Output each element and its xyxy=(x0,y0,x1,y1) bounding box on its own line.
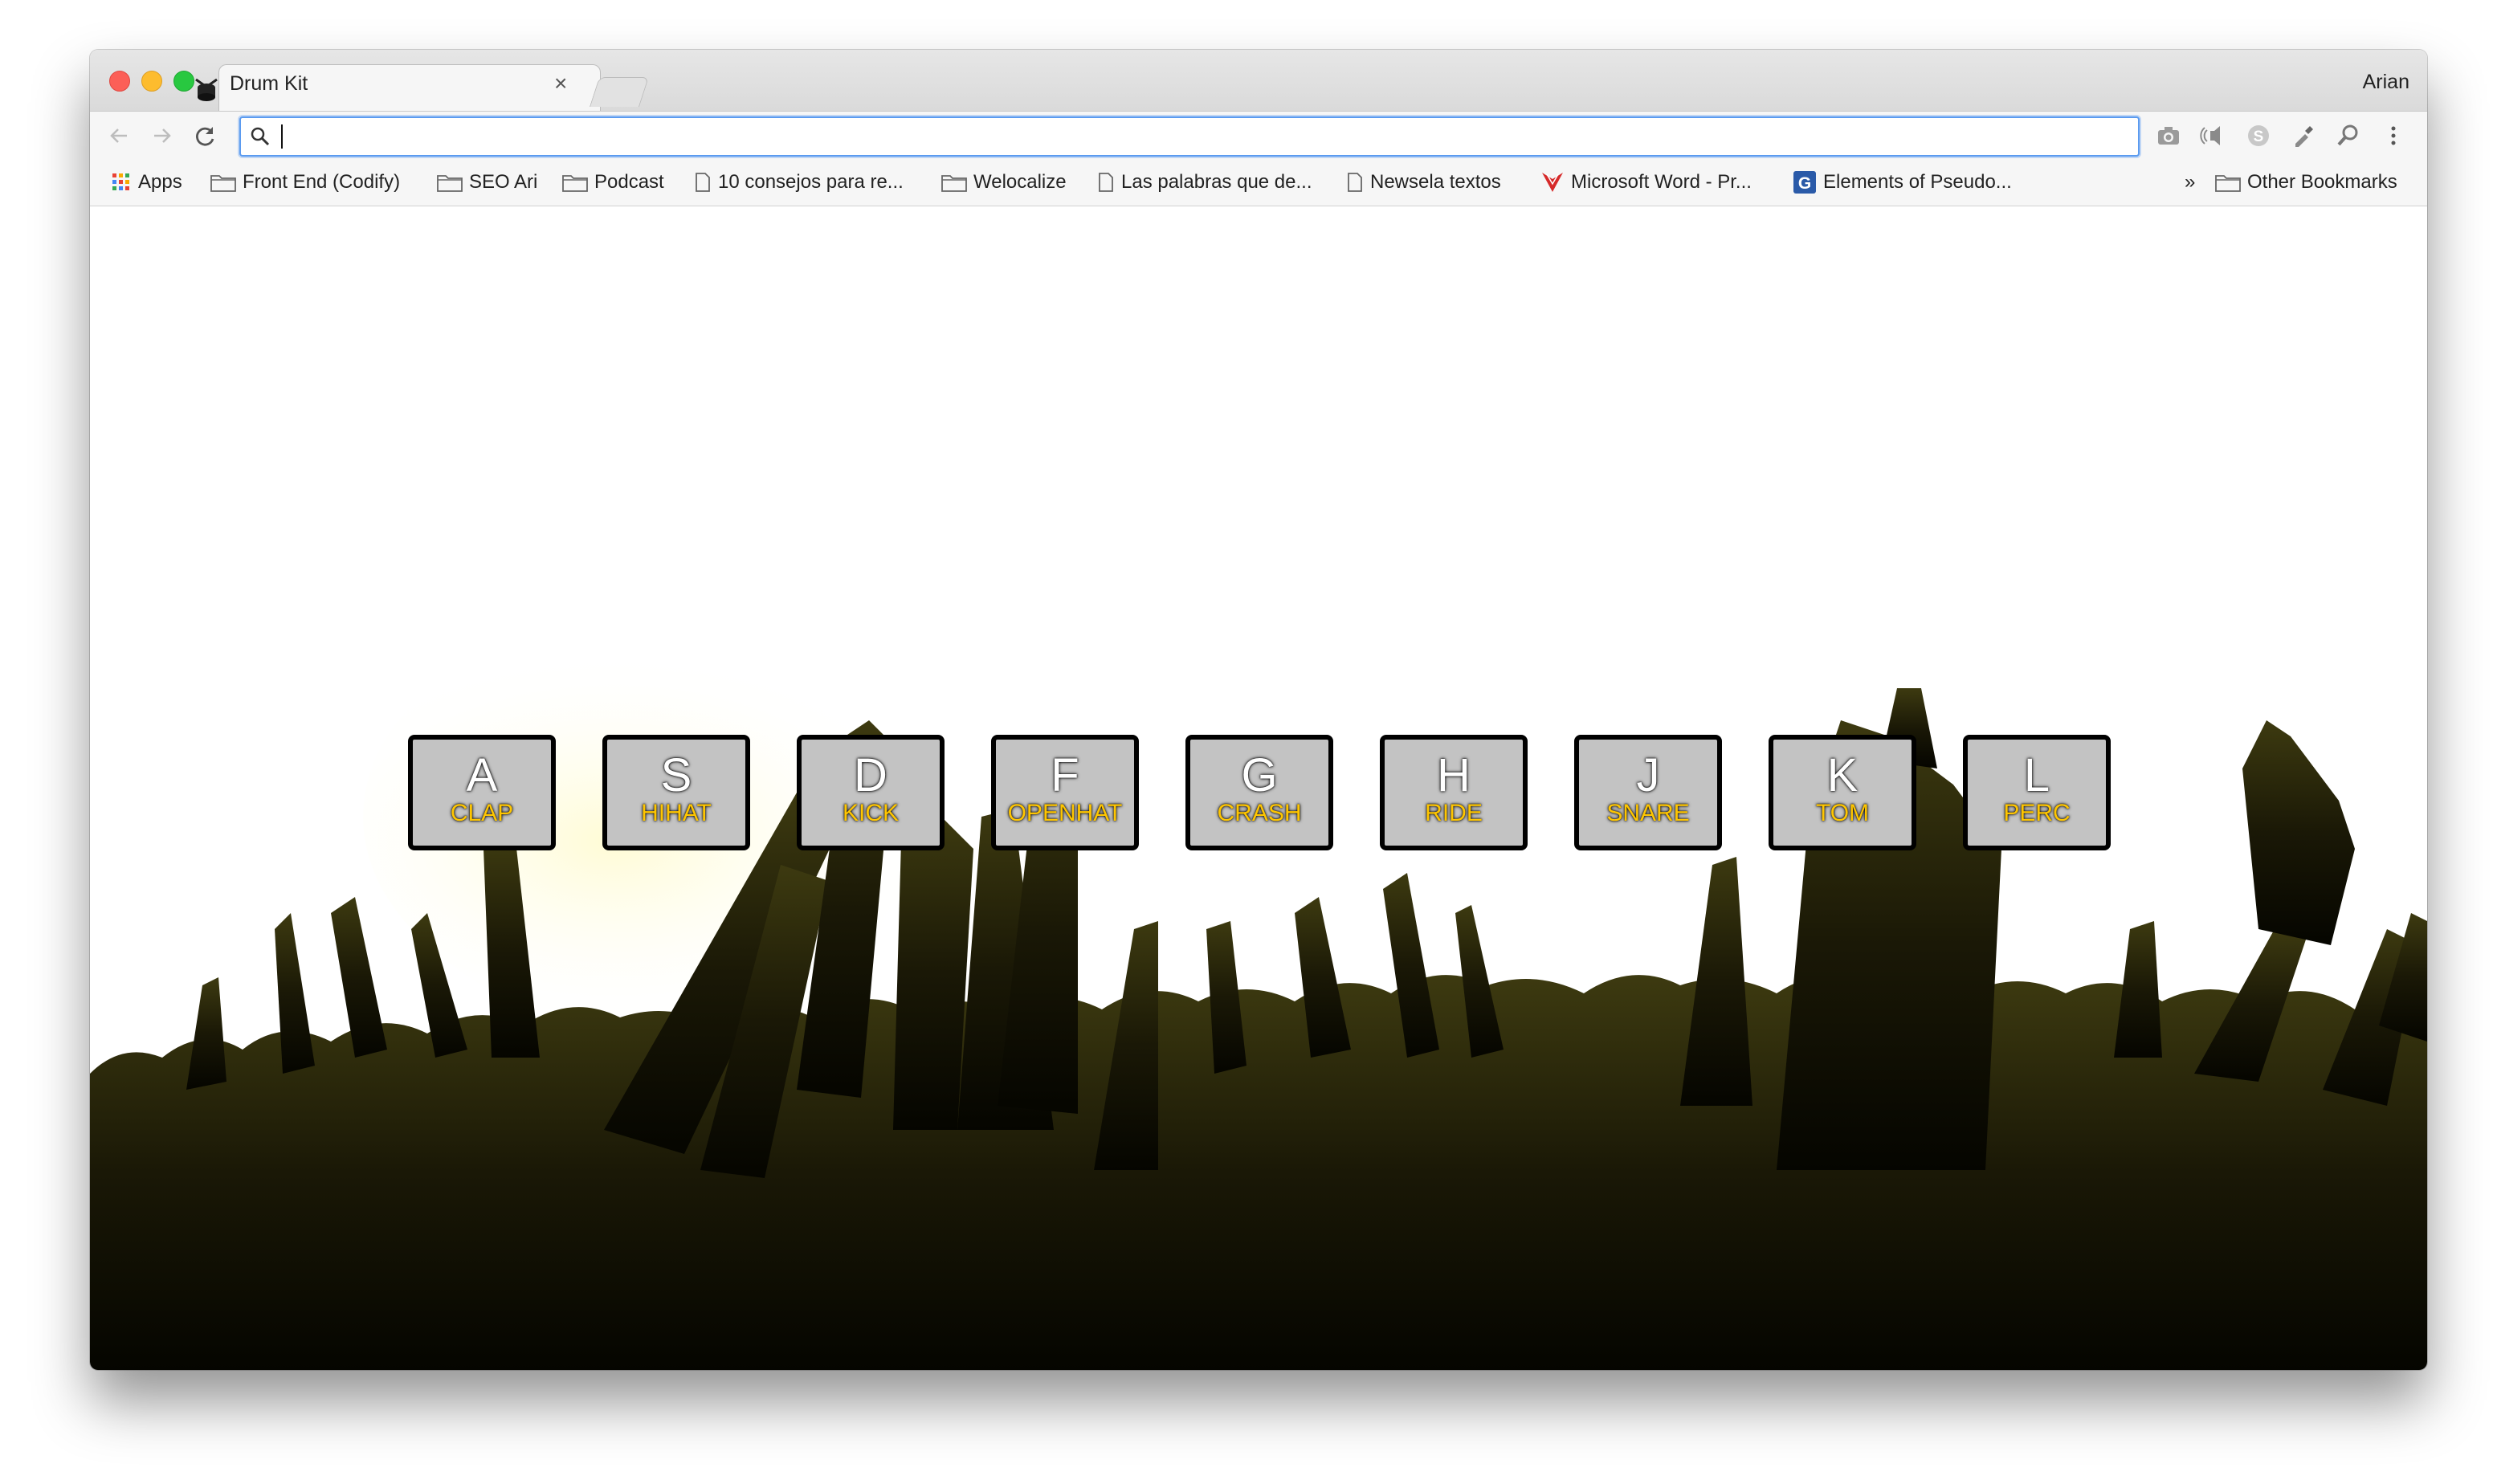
key-letter: G xyxy=(1241,749,1278,801)
browser-toolbar: S xyxy=(90,111,2427,160)
address-bar[interactable] xyxy=(239,116,2140,157)
bookmark-welocalize[interactable]: Welocalize xyxy=(941,170,1067,194)
key-sound-label: SNARE xyxy=(1606,800,1690,826)
tab-close-icon[interactable]: × xyxy=(554,71,567,96)
page-icon xyxy=(696,173,710,192)
bookmark-label: 10 consejos para re... xyxy=(718,171,904,193)
bookmark-label: Newsela textos xyxy=(1370,171,1501,193)
drum-key-a[interactable]: A CLAP xyxy=(408,735,556,850)
key-letter: A xyxy=(466,749,498,801)
bookmark-label: Welocalize xyxy=(973,171,1067,193)
reload-icon[interactable] xyxy=(193,123,218,149)
bookmark-label: Las palabras que de... xyxy=(1121,171,1312,193)
bookmark-front-end[interactable]: Front End (Codify) xyxy=(210,170,400,194)
bookmark-apps[interactable]: Apps xyxy=(111,170,182,194)
drum-key-g[interactable]: G CRASH xyxy=(1185,735,1333,850)
svg-text:S: S xyxy=(2254,128,2264,145)
apps-grid-icon xyxy=(112,173,129,190)
key-letter: D xyxy=(854,749,887,801)
camera-icon[interactable] xyxy=(2154,121,2183,150)
bookmark-seo-ari[interactable]: SEO Ari xyxy=(437,170,537,194)
bookmark-label: Other Bookmarks xyxy=(2247,171,2397,193)
key-letter: S xyxy=(660,749,692,801)
bookmark-label: Elements of Pseudo... xyxy=(1823,171,2012,193)
bookmark-elements-of-pseudo[interactable]: G Elements of Pseudo... xyxy=(1793,170,2012,194)
bookmarks-overflow-button[interactable]: » xyxy=(2185,170,2195,194)
forward-arrow-icon[interactable] xyxy=(149,123,175,149)
key-letter: F xyxy=(1051,749,1079,801)
title-bar: Drum Kit × Arian xyxy=(90,50,2427,113)
search-icon xyxy=(251,127,270,146)
drum-key-s[interactable]: S HIHAT xyxy=(602,735,750,850)
bookmark-other-bookmarks[interactable]: Other Bookmarks xyxy=(2215,170,2397,194)
key-sound-label: CLAP xyxy=(450,800,514,826)
key-sound-label: RIDE xyxy=(1425,800,1483,826)
key-letter: K xyxy=(1826,749,1859,801)
key-sound-label: TOM xyxy=(1815,800,1870,826)
browser-window: Drum Kit × Arian S Apps Front End (Codif… xyxy=(90,50,2427,1370)
new-tab-button[interactable] xyxy=(589,77,650,107)
folder-icon xyxy=(562,175,588,192)
bookmark-las-palabras[interactable]: Las palabras que de... xyxy=(1097,170,1312,194)
bookmark-podcast[interactable]: Podcast xyxy=(562,170,664,194)
folder-icon xyxy=(941,175,967,192)
svg-text:G: G xyxy=(1798,174,1811,193)
audio-icon[interactable] xyxy=(2199,121,2228,150)
bookmarks-bar: Apps Front End (Codify) SEO Ari Podcast … xyxy=(90,159,2427,206)
bookmark-label: Podcast xyxy=(594,171,664,193)
tab-title: Drum Kit xyxy=(230,72,308,95)
more-vertical-icon[interactable] xyxy=(2379,121,2408,150)
drum-key-h[interactable]: H RIDE xyxy=(1380,735,1528,850)
bookmark-newsela[interactable]: Newsela textos xyxy=(1346,170,1501,194)
overflow-chevron-icon: » xyxy=(2185,171,2196,193)
bookmark-microsoft-word[interactable]: Microsoft Word - Pr... xyxy=(1540,170,1752,194)
drum-key-l[interactable]: L PERC xyxy=(1963,735,2111,850)
key-sound-label: CRASH xyxy=(1217,800,1302,826)
drum-key-k[interactable]: K TOM xyxy=(1769,735,1916,850)
back-arrow-icon[interactable] xyxy=(106,123,132,149)
zoom-window-button[interactable] xyxy=(173,71,194,92)
pdf-icon xyxy=(1542,173,1563,192)
drum-key-f[interactable]: F OPENHAT xyxy=(991,735,1139,850)
bookmark-label: Front End (Codify) xyxy=(243,171,401,193)
key-sound-label: HIHAT xyxy=(641,800,712,826)
folder-icon xyxy=(437,175,463,192)
zoom-icon[interactable] xyxy=(2334,121,2363,150)
folder-icon xyxy=(2215,175,2241,192)
drum-key-d[interactable]: D KICK xyxy=(797,735,945,850)
bookmark-label: SEO Ari xyxy=(469,171,538,193)
drum-key-row: A CLAP S HIHAT D KICK F OPENHAT G CRASH … xyxy=(90,735,2427,850)
page-icon xyxy=(1348,173,1362,192)
drum-icon xyxy=(195,78,218,101)
drum-key-j[interactable]: J SNARE xyxy=(1574,735,1722,850)
key-sound-label: KICK xyxy=(842,800,900,826)
minimize-window-button[interactable] xyxy=(141,71,162,92)
bookmark-label: Microsoft Word - Pr... xyxy=(1571,171,1752,193)
drum-kit-page: A CLAP S HIHAT D KICK F OPENHAT G CRASH … xyxy=(90,206,2427,1370)
key-sound-label: PERC xyxy=(2003,800,2071,826)
profile-name[interactable]: Arian xyxy=(2363,71,2409,94)
key-letter: J xyxy=(1636,749,1660,801)
page-icon xyxy=(1099,173,1113,192)
skype-icon[interactable]: S xyxy=(2244,121,2273,150)
bookmark-label: Apps xyxy=(138,171,182,193)
eyedropper-icon[interactable] xyxy=(2289,121,2318,150)
g-icon: G xyxy=(1793,171,1816,194)
bookmark-10-consejos[interactable]: 10 consejos para re... xyxy=(694,170,904,194)
key-letter: H xyxy=(1437,749,1471,801)
folder-icon xyxy=(210,175,236,192)
close-window-button[interactable] xyxy=(109,71,130,92)
text-caret xyxy=(281,124,283,149)
key-letter: L xyxy=(2023,749,2050,801)
key-sound-label: OPENHAT xyxy=(1007,800,1123,826)
